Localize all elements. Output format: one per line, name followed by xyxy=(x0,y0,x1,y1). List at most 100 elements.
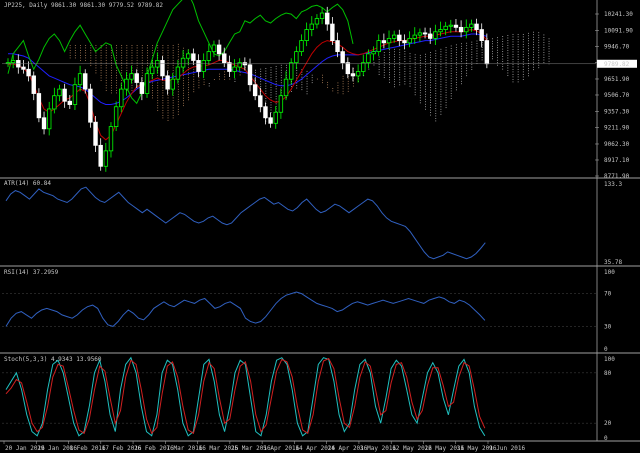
cloud-dot xyxy=(85,50,87,51)
atr-panel[interactable]: 133.3 35.78 ATR(14) 60.84 xyxy=(4,180,622,266)
cloud-dot xyxy=(517,56,519,58)
cloud-dot xyxy=(260,83,262,85)
cloud-dot xyxy=(507,55,509,56)
cloud-dot xyxy=(419,72,421,74)
cloud-dot xyxy=(476,48,478,49)
cloud-dot xyxy=(121,47,123,49)
candle-body xyxy=(119,88,124,108)
cloud-dot xyxy=(471,46,473,48)
cloud-dot xyxy=(85,45,87,46)
cloud-dot xyxy=(430,89,432,91)
cloud-dot xyxy=(445,99,447,101)
cloud-dot xyxy=(203,81,205,83)
candle-body xyxy=(314,18,320,25)
cloud-dot xyxy=(177,56,179,58)
cloud-dot xyxy=(188,89,190,91)
cloud-dot xyxy=(270,87,272,88)
cloud-dot xyxy=(522,56,524,58)
cloud-dot xyxy=(157,75,159,76)
cloud-dot xyxy=(507,37,509,39)
cloud-dot xyxy=(419,67,421,69)
cloud-dot xyxy=(183,100,184,102)
cloud-dot xyxy=(193,73,195,75)
cloud-dot xyxy=(157,102,159,104)
candle-body xyxy=(46,108,52,130)
cloud-dot xyxy=(543,54,545,56)
cloud-dot xyxy=(440,48,442,50)
cloud-dot xyxy=(435,68,437,69)
cloud-dot xyxy=(203,84,205,85)
stoch-panel[interactable]: 100 80 20 0 Stoch(5,3,3) 4.9343 13.9560 xyxy=(2,356,615,442)
cloud-dot xyxy=(517,66,519,68)
indicator-line xyxy=(5,186,486,260)
candle-body xyxy=(98,144,103,167)
cloud-dot xyxy=(538,34,540,36)
cloud-dot xyxy=(316,78,318,80)
cloud-dot xyxy=(461,73,462,75)
cloud-dot xyxy=(512,63,514,65)
cloud-dot xyxy=(425,103,426,105)
cloud-dot xyxy=(378,59,380,60)
cloud-dot xyxy=(74,47,76,49)
cloud-dot xyxy=(445,69,447,71)
cloud-dot xyxy=(419,77,421,79)
cloud-dot xyxy=(306,75,308,77)
cloud-dot xyxy=(100,62,102,64)
cloud-dot xyxy=(409,55,411,57)
time-tick-label: 8 Feb 2016 xyxy=(70,445,107,452)
cloud-dot xyxy=(116,92,117,94)
candle xyxy=(340,47,345,70)
cloud-dot xyxy=(152,82,153,84)
cloud-dot xyxy=(167,97,169,99)
cloud-dot xyxy=(347,85,349,87)
cloud-dot xyxy=(435,60,437,62)
cloud-dot xyxy=(435,100,437,102)
cloud-dot xyxy=(255,69,256,71)
cloud-dot xyxy=(110,77,112,79)
cloud-dot xyxy=(105,70,107,71)
cloud-dot xyxy=(399,59,401,61)
cloud-dot xyxy=(497,47,498,49)
cloud-dot xyxy=(409,73,411,75)
cloud-dot xyxy=(425,61,426,63)
cloud-dot xyxy=(502,68,504,70)
candle-body xyxy=(26,68,31,77)
cloud-dot xyxy=(167,105,169,106)
cloud-dot xyxy=(512,41,514,43)
cloud-dot xyxy=(425,71,426,73)
cloud-dot xyxy=(481,57,483,58)
cloud-dot xyxy=(183,85,184,87)
price-panel[interactable]: 10241.3010091.909946.709801.309651.90950… xyxy=(2,0,637,180)
cloud-dot xyxy=(162,107,164,109)
rsi-panel[interactable]: 100 70 30 0 RSI(14) 37.2959 xyxy=(2,269,615,353)
cloud-dot xyxy=(450,75,452,77)
indicator-tick-label: 133.3 xyxy=(604,181,622,188)
cloud-dot xyxy=(270,97,272,98)
cloud-dot xyxy=(95,47,97,49)
cloud-dot xyxy=(533,39,534,41)
cloud-dot xyxy=(90,47,92,49)
cloud-dot xyxy=(100,50,102,51)
cloud-dot xyxy=(188,81,190,83)
cloud-dot xyxy=(172,62,174,64)
cloud-dot xyxy=(414,84,416,86)
candle-body xyxy=(294,51,299,64)
cloud-dot xyxy=(419,74,421,76)
cloud-dot xyxy=(152,85,153,86)
cloud-dot xyxy=(512,51,514,53)
cloud-dot xyxy=(414,89,416,91)
cloud-dot xyxy=(183,97,184,99)
cloud-dot xyxy=(177,91,179,93)
cloud-dot xyxy=(157,110,159,111)
cloud-dot xyxy=(306,70,308,72)
candle-body xyxy=(479,29,484,42)
cloud-dot xyxy=(301,84,303,86)
cloud-dot xyxy=(116,90,117,91)
cloud-dot xyxy=(543,49,545,51)
cloud-dot xyxy=(425,76,426,78)
candle xyxy=(72,77,78,111)
candle xyxy=(206,43,212,65)
candle-body xyxy=(160,60,165,77)
cloud-dot xyxy=(172,47,174,49)
candle-body xyxy=(371,51,376,55)
